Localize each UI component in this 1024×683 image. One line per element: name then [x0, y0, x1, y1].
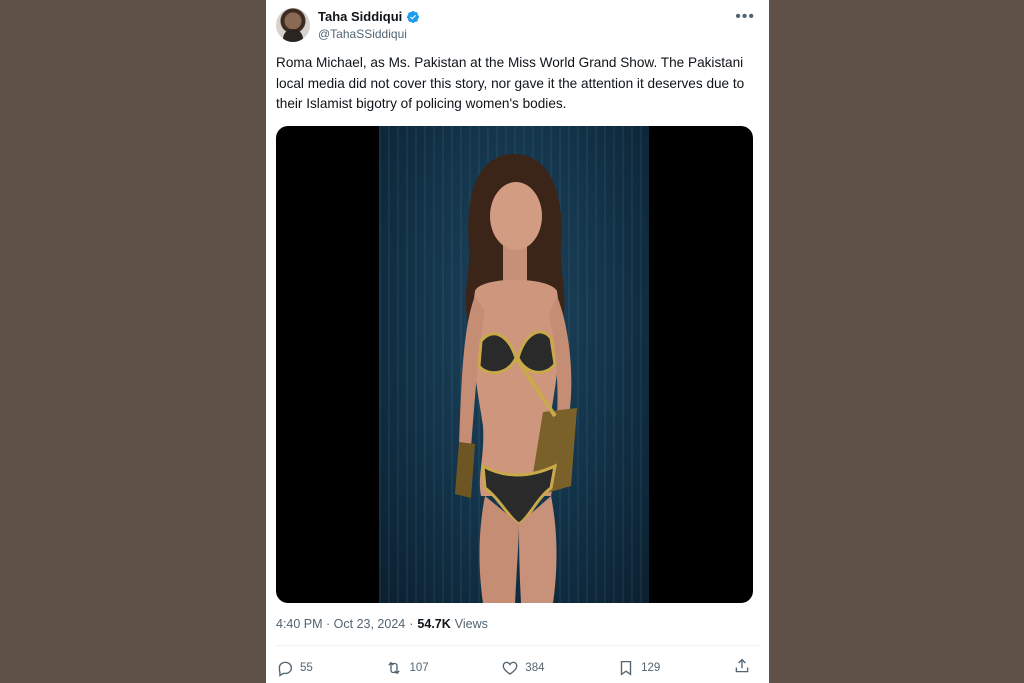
more-icon[interactable]: ••• [735, 8, 755, 26]
tweet-text: Roma Michael, as Ms. Pakistan at the Mis… [276, 55, 745, 111]
tweet-media[interactable] [276, 126, 753, 603]
bookmark-icon [620, 660, 632, 676]
tweet-header: Taha Siddiqui @TahaSSiddiqui ••• [276, 8, 759, 44]
heart-icon [502, 661, 518, 675]
reply-icon [278, 661, 293, 677]
tweet-timestamp[interactable]: 4:40 PM · Oct 23, 2024 [276, 617, 405, 631]
media-figure [455, 154, 577, 603]
like-button[interactable]: 384 [501, 659, 544, 677]
verified-badge-icon [407, 10, 420, 23]
tweet-card: Taha Siddiqui @TahaSSiddiqui ••• Roma Mi… [266, 0, 769, 683]
media-image [379, 126, 649, 603]
retweet-icon [388, 661, 401, 675]
reply-count: 55 [300, 662, 313, 674]
author-display-name[interactable]: Taha Siddiqui [318, 9, 402, 24]
reply-button[interactable]: 55 [276, 659, 313, 677]
meta-separator: · [409, 617, 414, 631]
share-icon [735, 658, 749, 672]
bookmark-button[interactable]: 129 [617, 659, 660, 677]
bookmark-count: 129 [641, 662, 661, 674]
actions-divider [276, 645, 759, 646]
views-label: Views [454, 617, 488, 631]
like-count: 384 [525, 662, 545, 674]
tweet-actions: 55 107 384 129 [276, 657, 751, 679]
author-handle[interactable]: @TahaSSiddiqui [318, 27, 407, 41]
author-name-row: Taha Siddiqui [318, 9, 420, 24]
share-button[interactable] [733, 657, 751, 680]
views-count: 54.7K [417, 617, 451, 631]
author-avatar[interactable] [276, 8, 310, 42]
tweet-meta: 4:40 PM · Oct 23, 2024 · 54.7K Views [276, 617, 488, 631]
retweet-count: 107 [409, 662, 429, 674]
retweet-button[interactable]: 107 [385, 659, 429, 677]
